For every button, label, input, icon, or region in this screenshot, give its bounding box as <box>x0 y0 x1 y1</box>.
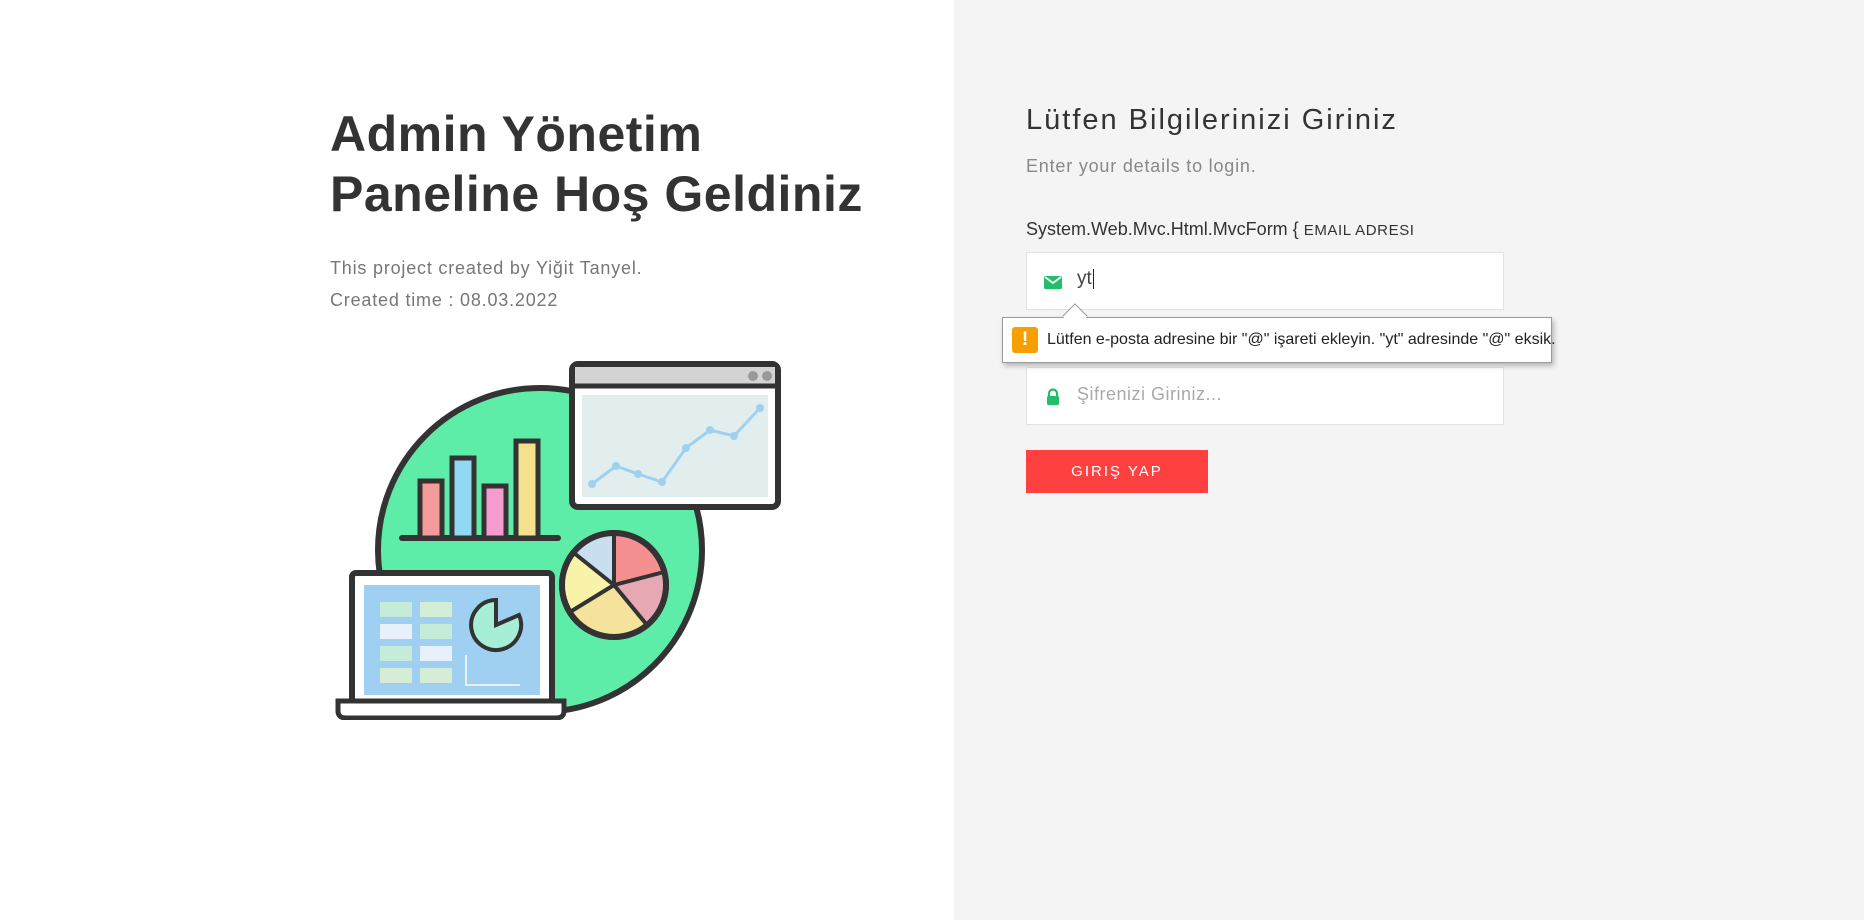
password-field[interactable]: Şifrenizi Giriniz... <box>1026 367 1504 425</box>
envelope-icon <box>1044 276 1062 289</box>
created-time-text: Created time : 08.03.2022 <box>330 290 559 310</box>
email-label: System.Web.Mvc.Html.MvcForm { EMAIL ADRE… <box>1026 219 1415 240</box>
validation-tooltip: ! Lütfen e-posta adresine bir "@" işaret… <box>1002 317 1556 363</box>
email-field[interactable]: yt <box>1026 252 1504 310</box>
form-subtitle: Enter your details to login. <box>1026 156 1257 176</box>
dashboard-illustration <box>335 361 781 720</box>
created-by-text: This project created by Yiğit Tanyel. <box>330 258 643 278</box>
text-caret <box>1092 268 1094 289</box>
form-title: Lütfen Bilgilerinizi Giriniz <box>1026 104 1398 136</box>
login-button[interactable]: GIRIŞ YAP <box>1026 450 1208 493</box>
welcome-panel: Admin Yönetim Paneline Hoş Geldiniz This… <box>0 0 954 920</box>
email-label-text: EMAIL ADRESI <box>1303 222 1415 239</box>
mvc-form-text: System.Web.Mvc.Html.MvcForm { <box>1026 219 1299 239</box>
email-value-text: yt <box>1077 268 1092 289</box>
validation-message: Lütfen e-posta adresine bir "@" işareti … <box>1047 331 1556 348</box>
warning-icon: ! <box>1012 327 1038 353</box>
login-page: Admin Yönetim Paneline Hoş Geldiniz This… <box>0 0 1864 920</box>
project-meta: This project created by Yiğit Tanyel. Cr… <box>330 252 642 316</box>
welcome-title-line1: Admin Yönetim <box>330 106 703 162</box>
welcome-title: Admin Yönetim Paneline Hoş Geldiniz <box>330 104 930 224</box>
password-placeholder: Şifrenizi Giriniz... <box>1077 384 1223 404</box>
email-value[interactable]: yt <box>1077 268 1094 290</box>
welcome-title-line2: Paneline Hoş Geldiniz <box>330 166 863 222</box>
lock-icon <box>1047 388 1059 405</box>
